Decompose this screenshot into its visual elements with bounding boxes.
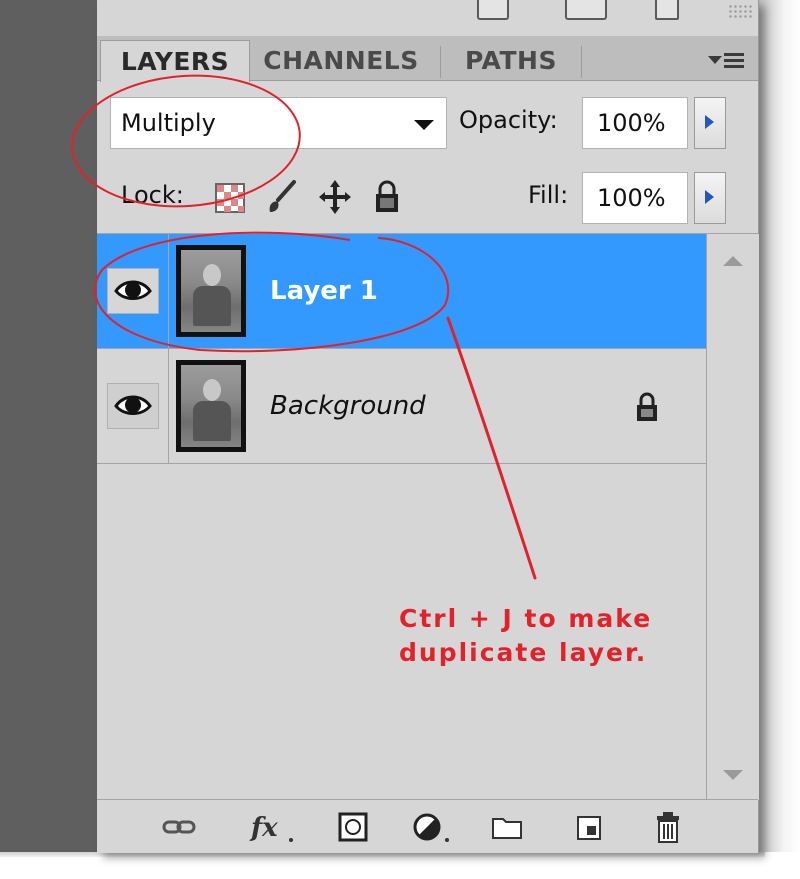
opacity-field[interactable]: 100% — [582, 97, 688, 149]
window-edge-shadow — [759, 0, 800, 852]
tab-channels[interactable]: CHANNELS — [255, 40, 427, 80]
lock-position-icon[interactable] — [318, 178, 352, 216]
link-layers-icon[interactable] — [161, 810, 197, 844]
chevron-down-icon — [414, 120, 434, 130]
fill-slider-button[interactable] — [694, 172, 726, 224]
svg-text:fx: fx — [249, 813, 278, 843]
scroll-down-icon[interactable] — [723, 770, 743, 780]
bottom-edge — [0, 852, 800, 879]
opacity-slider-button[interactable] — [694, 97, 726, 149]
opacity-label: Opacity: — [459, 106, 558, 134]
trash-icon[interactable] — [650, 810, 686, 844]
group-folder-icon[interactable] — [489, 810, 525, 844]
eye-icon — [114, 395, 152, 415]
tab-paths[interactable]: PATHS — [447, 40, 575, 80]
upper-panel-toolbar — [97, 0, 758, 37]
trash-icon[interactable] — [655, 0, 679, 20]
play-icon — [705, 115, 714, 129]
layer-name[interactable]: Background — [270, 391, 426, 421]
blend-mode-value: Multiply — [121, 109, 216, 137]
fx-icon[interactable]: fx — [249, 810, 299, 844]
layer-list-scrollbar[interactable] — [706, 234, 759, 800]
fill-field[interactable]: 100% — [582, 172, 688, 224]
annotation-line-1: Ctrl + J to make — [399, 604, 653, 633]
panel-menu-button[interactable] — [708, 50, 746, 72]
visibility-toggle[interactable] — [107, 383, 159, 429]
new-layer-icon[interactable] — [571, 810, 607, 844]
layers-footer-toolbar: fx — [97, 799, 758, 853]
fill-value: 100% — [597, 184, 666, 212]
annotation-text: Ctrl + J to make duplicate layer. — [399, 602, 689, 670]
visibility-toggle[interactable] — [107, 268, 159, 314]
tab-layers[interactable]: LAYERS — [100, 40, 250, 82]
layer-name[interactable]: Layer 1 — [270, 276, 378, 306]
layer-row-layer-1[interactable]: Layer 1 — [97, 234, 706, 349]
lock-label: Lock: — [121, 181, 184, 209]
layer-list: Layer 1 Background — [97, 233, 759, 800]
blend-mode-select[interactable]: Multiply — [110, 97, 447, 149]
resize-grip-icon[interactable] — [728, 4, 754, 20]
camera-icon[interactable] — [565, 0, 607, 20]
play-icon — [705, 190, 714, 204]
eye-icon — [114, 280, 152, 300]
toolbar-icon[interactable] — [477, 0, 509, 20]
layer-thumbnail[interactable] — [176, 360, 246, 452]
lock-all-icon[interactable] — [370, 178, 404, 216]
layer-mask-icon[interactable] — [335, 810, 371, 844]
layer-thumbnail[interactable] — [176, 245, 246, 337]
annotation-line-2: duplicate layer. — [399, 638, 648, 667]
panel-tabs: LAYERS CHANNELS PATHS — [97, 36, 758, 82]
adjustment-layer-icon[interactable] — [411, 810, 455, 844]
lock-icon — [637, 392, 657, 421]
fill-label: Fill: — [528, 181, 569, 209]
lock-image-pixels-icon[interactable] — [264, 178, 298, 216]
layers-panel: LAYERS CHANNELS PATHS Multiply Opacity: … — [97, 0, 759, 853]
layer-row-background[interactable]: Background — [97, 349, 706, 464]
workspace-background — [0, 0, 97, 852]
lock-transparent-pixels-icon[interactable] — [214, 178, 248, 216]
opacity-value: 100% — [597, 109, 666, 137]
scroll-up-icon[interactable] — [723, 256, 743, 266]
